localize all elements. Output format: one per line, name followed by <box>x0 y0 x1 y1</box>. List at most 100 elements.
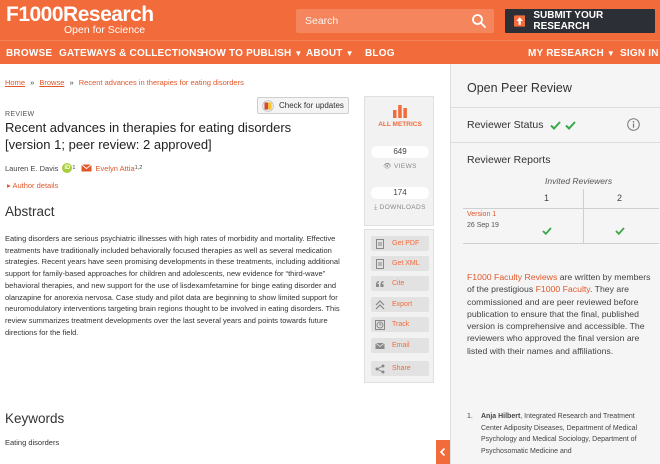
pdf-icon <box>376 238 384 249</box>
get-xml-label: Get XML <box>392 260 420 267</box>
reviewer-number: 1. <box>467 413 473 420</box>
version-link[interactable]: Version 1 <box>467 211 496 218</box>
views-count: 649 <box>371 146 429 158</box>
author-name[interactable]: Lauren E. Davis <box>5 164 58 173</box>
open-peer-review-panel: Open Peer Review Reviewer Status Reviewe… <box>450 64 660 464</box>
keywords-heading: Keywords <box>5 411 65 426</box>
eye-icon: 👁 <box>383 163 394 170</box>
envelope-icon <box>375 342 385 349</box>
article-title: Recent advances in therapies for eating … <box>5 120 292 152</box>
get-xml-button[interactable]: Get XML <box>371 256 429 271</box>
email-envelope-icon[interactable] <box>81 164 93 172</box>
cite-button[interactable]: Cite <box>371 276 429 291</box>
bar-chart-icon[interactable] <box>393 105 407 118</box>
views-label: 👁 VIEWS <box>365 162 435 170</box>
clock-icon <box>375 319 385 330</box>
abstract-text: Eating disorders are serious psychiatric… <box>5 234 340 337</box>
logo-tagline: Open for Science <box>64 24 146 36</box>
abstract-heading: Abstract <box>5 204 55 219</box>
orcid-icon[interactable]: iD <box>62 163 73 173</box>
quote-icon <box>376 280 384 287</box>
nav-about[interactable]: ABOUT ▼ <box>306 48 354 59</box>
faculty-link[interactable]: F1000 Faculty <box>536 284 590 294</box>
table-column-divider <box>583 189 584 243</box>
keywords-text: Eating disorders <box>5 438 60 447</box>
invited-reviewers-label: Invited Reviewers <box>545 176 613 186</box>
nav-blog[interactable]: BLOG <box>365 48 395 59</box>
nav-how-to-publish[interactable]: HOW TO PUBLISH ▼ <box>201 48 303 59</box>
logo-main-text: F1000Research <box>6 3 154 26</box>
chevron-down-icon: ▼ <box>606 49 616 58</box>
search-icon[interactable] <box>471 13 487 29</box>
export-label: Export <box>392 301 413 308</box>
article-type: REVIEW <box>5 111 35 118</box>
chevron-down-icon: ▼ <box>345 49 354 58</box>
share-icon <box>375 364 385 373</box>
panel-divider <box>451 107 660 108</box>
main-nav: BROWSE GATEWAYS & COLLECTIONS HOW TO PUB… <box>0 40 660 64</box>
faculty-review-description: F1000 Faculty Reviews are written by mem… <box>467 271 651 357</box>
export-icon <box>375 299 385 309</box>
nav-gateways[interactable]: GATEWAYS & COLLECTIONS <box>59 48 203 59</box>
track-button[interactable]: Track <box>371 317 429 332</box>
search-placeholder: Search <box>305 15 339 27</box>
approved-check-icon[interactable] <box>615 227 625 235</box>
faculty-reviews-link[interactable]: F1000 Faculty Reviews <box>467 272 557 282</box>
author-details-toggle[interactable]: ▸ Author details <box>7 181 58 190</box>
email-label: Email <box>392 342 410 349</box>
check-for-updates-button[interactable]: Check for updates <box>257 97 349 114</box>
collapse-panel-tab[interactable] <box>436 440 450 464</box>
views-label-text: VIEWS <box>393 163 417 170</box>
author-details-label: Author details <box>12 181 59 190</box>
submit-research-label: SUBMIT YOUR RESEARCH <box>533 10 604 32</box>
author-list: Lauren E. Davis iD 1 Evelyn Attia 1,2 <box>5 163 142 173</box>
reviewer-column-2: 2 <box>617 193 623 203</box>
reviewer-status-label: Reviewer Status <box>467 119 544 131</box>
xml-icon <box>376 258 384 269</box>
breadcrumb-browse[interactable]: Browse <box>39 78 64 87</box>
share-button[interactable]: Share <box>371 361 429 376</box>
open-peer-review-title: Open Peer Review <box>467 81 572 95</box>
nav-about-label: ABOUT <box>306 48 343 59</box>
check-for-updates-label: Check for updates <box>279 101 344 110</box>
crossmark-icon <box>262 99 274 112</box>
breadcrumb: Home » Browse » Recent advances in thera… <box>5 78 244 87</box>
approved-check-icon[interactable] <box>542 227 552 235</box>
get-pdf-button[interactable]: Get PDF <box>371 236 429 251</box>
cite-label: Cite <box>392 280 405 287</box>
version-date: 26 Sep 19 <box>467 222 499 229</box>
info-icon[interactable] <box>627 118 640 131</box>
site-logo[interactable]: F1000Research Open for Science <box>6 3 154 36</box>
nav-how-to-publish-label: HOW TO PUBLISH <box>201 48 292 59</box>
faculty-description-text: . They are commissioned and are peer rev… <box>467 284 645 356</box>
search-input[interactable]: Search <box>296 9 494 33</box>
breadcrumb-current: Recent advances in therapies for eating … <box>78 78 244 87</box>
breadcrumb-separator: » <box>69 78 74 87</box>
breadcrumb-home[interactable]: Home <box>5 78 25 87</box>
nav-browse[interactable]: BROWSE <box>6 48 52 59</box>
reviewer-name: Anja Hilbert <box>481 413 521 420</box>
reviewer-column-1: 1 <box>544 193 550 203</box>
track-label: Track <box>392 321 410 328</box>
downloads-count: 174 <box>371 187 429 199</box>
author-affiliation-sup: 1,2 <box>134 165 143 171</box>
email-button[interactable]: Email <box>371 338 429 353</box>
article-tools-panel: Get PDF Get XML Cite Export Track Email … <box>364 229 434 383</box>
author-affiliation-sup: 1 <box>72 165 76 171</box>
reviewer-reports-heading: Reviewer Reports <box>467 154 551 166</box>
nav-my-research[interactable]: MY RESEARCH ▼ <box>528 48 615 59</box>
downloads-label-text: DOWNLOADS <box>379 204 426 211</box>
reviewer-list-item: 1. Anja Hilbert, Integrated Research and… <box>467 411 651 457</box>
submit-research-button[interactable]: SUBMIT YOUR RESEARCH <box>505 9 655 33</box>
approved-check-icon <box>565 120 577 130</box>
get-pdf-label: Get PDF <box>392 240 420 247</box>
approved-check-icon <box>550 120 562 130</box>
chevron-left-icon <box>439 447 446 457</box>
nav-sign-in[interactable]: SIGN IN <box>620 48 659 59</box>
metrics-panel: ALL METRICS 649 👁 VIEWS 174 ⤓ DOWNLOADS <box>364 96 434 226</box>
export-button[interactable]: Export <box>371 297 429 312</box>
reviewer-status: Reviewer Status <box>467 119 577 131</box>
all-metrics-link[interactable]: ALL METRICS <box>365 121 435 128</box>
author-name[interactable]: Evelyn Attia <box>95 164 134 173</box>
panel-divider <box>451 142 660 143</box>
